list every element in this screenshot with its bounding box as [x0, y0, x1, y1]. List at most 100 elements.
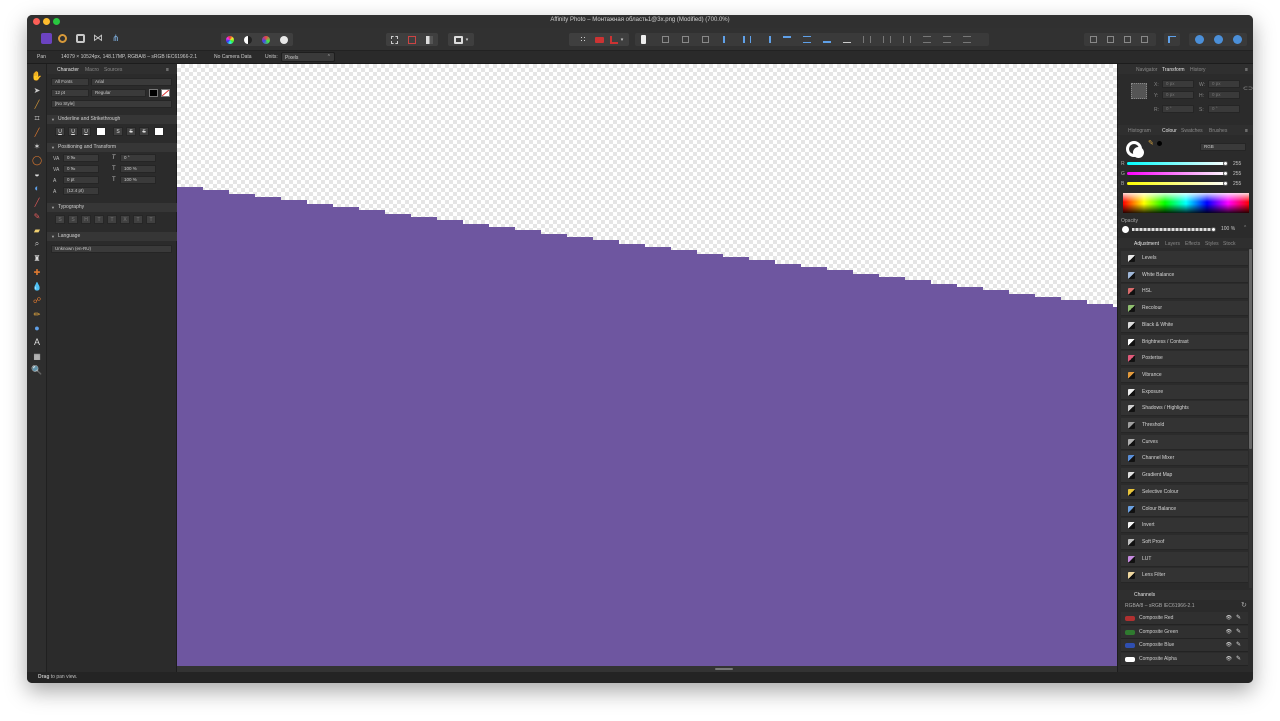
edit-channel-icon[interactable]: ✎	[1236, 639, 1241, 652]
typography-button[interactable]: S	[68, 215, 78, 224]
slider-knob[interactable]	[1223, 161, 1228, 166]
typography-button[interactable]: H	[81, 215, 91, 224]
underline-button[interactable]: U	[55, 127, 65, 136]
tab-character[interactable]: Character	[57, 67, 79, 73]
align-top-icon[interactable]	[783, 36, 791, 43]
link-icon[interactable]: ⊂⊃	[1243, 85, 1253, 92]
eyedropper-icon[interactable]: ✎	[1148, 139, 1154, 147]
channel-row[interactable]: Composite Green 👁 ✎	[1121, 625, 1248, 639]
kerning-field[interactable]: 0 ‰	[63, 165, 99, 173]
red-slider[interactable]	[1127, 161, 1228, 166]
quick-mask-icon[interactable]	[453, 35, 463, 44]
transform-h-field[interactable]: 0 px	[1208, 91, 1240, 99]
paint-brush-icon[interactable]: ╱	[32, 197, 42, 207]
font-family-select[interactable]: Arial	[91, 78, 172, 86]
mesh-warp-icon[interactable]: ▦	[32, 351, 42, 361]
adjustment-item[interactable]: Shadows / Highlights	[1121, 401, 1248, 417]
text-background-swatch[interactable]	[161, 89, 170, 97]
adjustment-item[interactable]: Invert	[1121, 518, 1248, 534]
adjustment-item[interactable]: Gradient Map	[1121, 468, 1248, 484]
rotate-left-icon[interactable]	[943, 36, 951, 43]
transform-rotation-field[interactable]: 0 °	[1162, 105, 1194, 113]
strikethrough-colour-button[interactable]	[154, 127, 164, 136]
blur-icon[interactable]: 💧	[32, 281, 42, 291]
eraser-icon[interactable]: ▰	[32, 225, 42, 235]
arrange-forward-icon[interactable]	[682, 36, 689, 43]
align-center-icon[interactable]	[743, 36, 751, 43]
typography-button[interactable]: S	[55, 215, 65, 224]
arrange-front-icon[interactable]	[702, 36, 709, 43]
tab-colour[interactable]: Colour	[1162, 128, 1177, 134]
adjustment-item[interactable]: Colour Balance	[1121, 501, 1248, 517]
tone-mapping-persona-icon[interactable]: ⋈	[93, 33, 103, 44]
export-persona-icon[interactable]: ⋔	[112, 33, 120, 44]
tab-styles[interactable]: Styles	[1205, 241, 1219, 247]
tab-navigator[interactable]: Navigator	[1136, 67, 1157, 73]
tab-layers[interactable]: Layers	[1165, 241, 1180, 247]
opacity-value[interactable]: 100 %	[1221, 226, 1235, 232]
edit-channel-icon[interactable]: ✎	[1236, 626, 1241, 639]
refresh-icon[interactable]: ↻	[1241, 601, 1247, 609]
adjustment-item[interactable]: Soft Proof	[1121, 534, 1248, 550]
tracking-field[interactable]: 0 ‰	[63, 154, 99, 162]
text-tool-icon[interactable]: A	[32, 337, 42, 347]
invert-selection-icon[interactable]	[425, 35, 434, 44]
sponge-icon[interactable]: ✏	[32, 309, 42, 319]
green-value[interactable]: 255	[1233, 171, 1241, 177]
font-style-select[interactable]: Regular	[91, 89, 146, 97]
flip-h-icon[interactable]	[903, 36, 911, 43]
develop-persona-icon[interactable]	[76, 34, 85, 43]
adjustment-item[interactable]: White Balance	[1121, 267, 1248, 283]
adjustment-item[interactable]: Selective Colour	[1121, 484, 1248, 500]
channel-row[interactable]: Composite Blue 👁 ✎	[1121, 639, 1248, 652]
adjustment-item[interactable]: Posterise	[1121, 351, 1248, 367]
text-style-select[interactable]: [No Style]	[51, 100, 172, 108]
adjustment-item[interactable]: Exposure	[1121, 384, 1248, 400]
chevron-down-icon[interactable]: ▾	[466, 37, 469, 43]
adjustment-item[interactable]: Recolour	[1121, 301, 1248, 317]
subtract-icon[interactable]	[1107, 36, 1114, 43]
green-slider[interactable]	[1127, 171, 1228, 176]
underline-section-header[interactable]: Underline and Strikethrough	[47, 115, 177, 124]
font-size-field[interactable]: 12 pt	[51, 89, 89, 97]
tab-macro[interactable]: Macro	[85, 67, 99, 73]
tab-transform[interactable]: Transform	[1162, 67, 1185, 73]
slider-knob[interactable]	[1211, 227, 1216, 232]
arrange-back-icon[interactable]	[662, 36, 669, 43]
no-selection-icon[interactable]	[408, 35, 416, 44]
visibility-eye-icon[interactable]: 👁	[1226, 653, 1232, 666]
adjustment-item[interactable]: Brightness / Contrast	[1121, 334, 1248, 350]
colour-wheel-icon[interactable]	[226, 35, 234, 44]
healing-icon[interactable]: ✚	[32, 267, 42, 277]
horizontal-scale-field[interactable]: 100 %	[120, 176, 156, 184]
edit-channel-icon[interactable]: ✎	[1236, 653, 1241, 666]
snapping-icon[interactable]	[609, 35, 618, 44]
marquee-icon[interactable]	[391, 35, 399, 44]
strikethrough-style-button[interactable]: S	[139, 127, 149, 136]
align-left-icon[interactable]	[723, 36, 731, 43]
colour-spectrum[interactable]	[1123, 193, 1249, 213]
assistant-settings-icon[interactable]	[1213, 35, 1223, 44]
red-value[interactable]: 255	[1233, 161, 1241, 167]
baseline-field[interactable]: 0 pt	[63, 176, 99, 184]
white-circle-icon[interactable]	[280, 35, 288, 44]
transform-x-field[interactable]: 0 px	[1162, 80, 1194, 88]
vertical-scale-field[interactable]: 100 %	[120, 165, 156, 173]
persona-studio-icon[interactable]	[1194, 35, 1204, 44]
visibility-eye-icon[interactable]: 👁	[1226, 639, 1232, 652]
tab-effects[interactable]: Effects	[1185, 241, 1200, 247]
adjustment-item[interactable]: Curves	[1121, 434, 1248, 450]
stamp-icon[interactable]: ♜	[32, 253, 42, 263]
fill-colour-well[interactable]	[1133, 147, 1144, 158]
align-bottom-icon[interactable]	[823, 36, 831, 43]
transform-w-field[interactable]: 0 px	[1208, 80, 1240, 88]
underline-colour-button[interactable]	[96, 127, 106, 136]
blue-slider[interactable]	[1127, 181, 1228, 186]
view-tool-icon[interactable]: ╱	[32, 99, 42, 109]
transform-shear-field[interactable]: 0 °	[1208, 105, 1240, 113]
panel-menu-icon[interactable]: ≡	[1245, 128, 1248, 134]
rotate-right-icon[interactable]	[963, 36, 971, 43]
selection-brush-icon[interactable]: ╱	[32, 127, 42, 137]
chevron-down-icon[interactable]: ⌃	[1243, 225, 1247, 231]
freehand-select-icon[interactable]: ◒	[32, 169, 42, 179]
